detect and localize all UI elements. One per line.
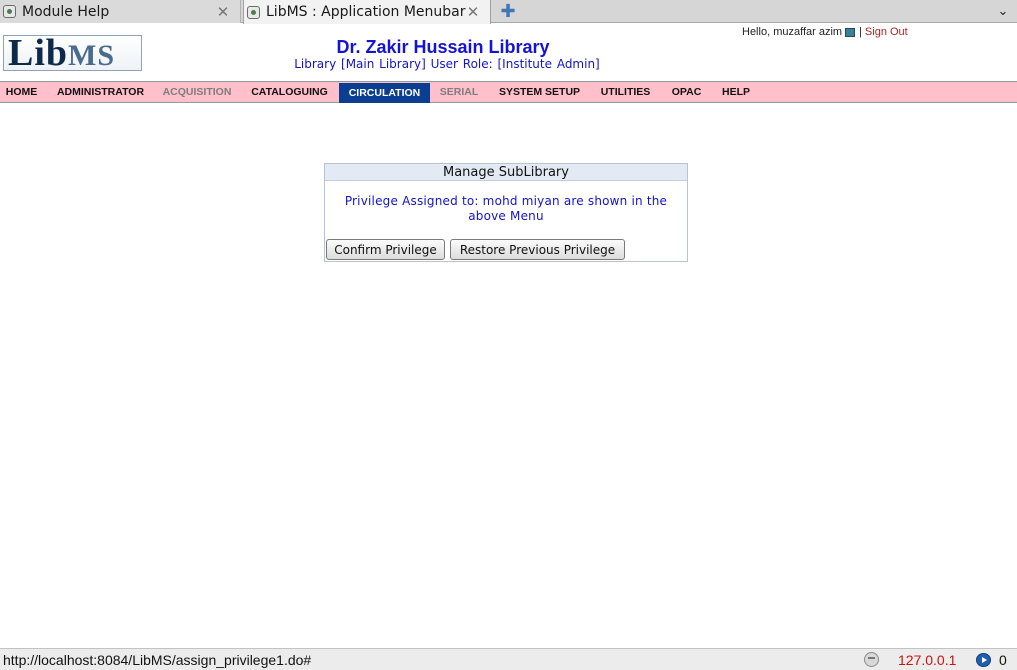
plus-icon[interactable]: ✚ [498, 1, 518, 22]
message-count: 0 [999, 652, 1007, 668]
robot-icon[interactable] [864, 652, 879, 667]
browser-tab-application-menubar[interactable]: LibMS : Application Menubar ✕ [243, 0, 491, 24]
menu-item-acquisition: ACQUISITION [162, 86, 232, 98]
page-favicon-icon [247, 5, 260, 19]
panel-title: Manage SubLibrary [325, 164, 687, 181]
confirm-privilege-button[interactable]: Confirm Privilege [326, 239, 445, 260]
menu-item-opac[interactable]: OPAC [666, 82, 707, 102]
menu-item-administrator[interactable]: ADMINISTRATOR [50, 82, 151, 102]
username-label: muzaffar azim [773, 26, 843, 38]
status-url: http://localhost:8084/LibMS/assign_privi… [3, 652, 312, 668]
close-icon[interactable]: ✕ [216, 3, 230, 21]
message-icon[interactable] [976, 653, 991, 667]
privilege-message: Privilege Assigned to: mohd miyan are sh… [344, 194, 668, 223]
browser-status-bar: http://localhost:8084/LibMS/assign_privi… [0, 648, 1017, 670]
tab-title: Module Help [22, 3, 110, 20]
menu-item-utilities[interactable]: UTILITIES [594, 82, 657, 102]
browser-tab-bar: Module Help ✕ LibMS : Application Menuba… [0, 0, 1017, 24]
menu-item-home[interactable]: HOME [0, 82, 43, 102]
library-role-subtitle: Library [Main Library] User Role: [Insti… [294, 57, 600, 71]
menu-item-cataloguing[interactable]: CATALOGUING [246, 82, 333, 102]
status-ip-address: 127.0.0.1 [898, 652, 957, 668]
close-icon[interactable]: ✕ [466, 3, 480, 21]
library-title: Dr. Zakir Hussain Library [336, 37, 550, 57]
menu-item-system-setup[interactable]: SYSTEM SETUP [492, 82, 587, 102]
chevron-down-icon[interactable]: ⌄ [995, 2, 1011, 20]
greeting-label: Hello, [742, 26, 771, 38]
manage-sublibrary-panel: Manage SubLibrary Privilege Assigned to:… [324, 163, 688, 262]
separator: | [859, 26, 862, 38]
menu-item-help[interactable]: HELP [716, 82, 756, 102]
sign-out-link[interactable]: Sign Out [865, 26, 908, 38]
main-menu-bar: HOME ADMINISTRATOR ACQUISITION CATALOGUI… [0, 81, 1017, 103]
browser-tab-module-help[interactable]: Module Help ✕ [0, 0, 241, 23]
restore-previous-privilege-button[interactable]: Restore Previous Privilege [450, 239, 625, 260]
menu-item-serial: SERIAL [439, 86, 479, 98]
user-profile-icon[interactable] [845, 27, 856, 37]
user-info: Hello, muzaffar azim | Sign Out [742, 26, 908, 38]
page-favicon-icon [3, 5, 16, 18]
tab-title: LibMS : Application Menubar [266, 4, 466, 20]
menu-item-circulation[interactable]: CIRCULATION [339, 83, 430, 103]
